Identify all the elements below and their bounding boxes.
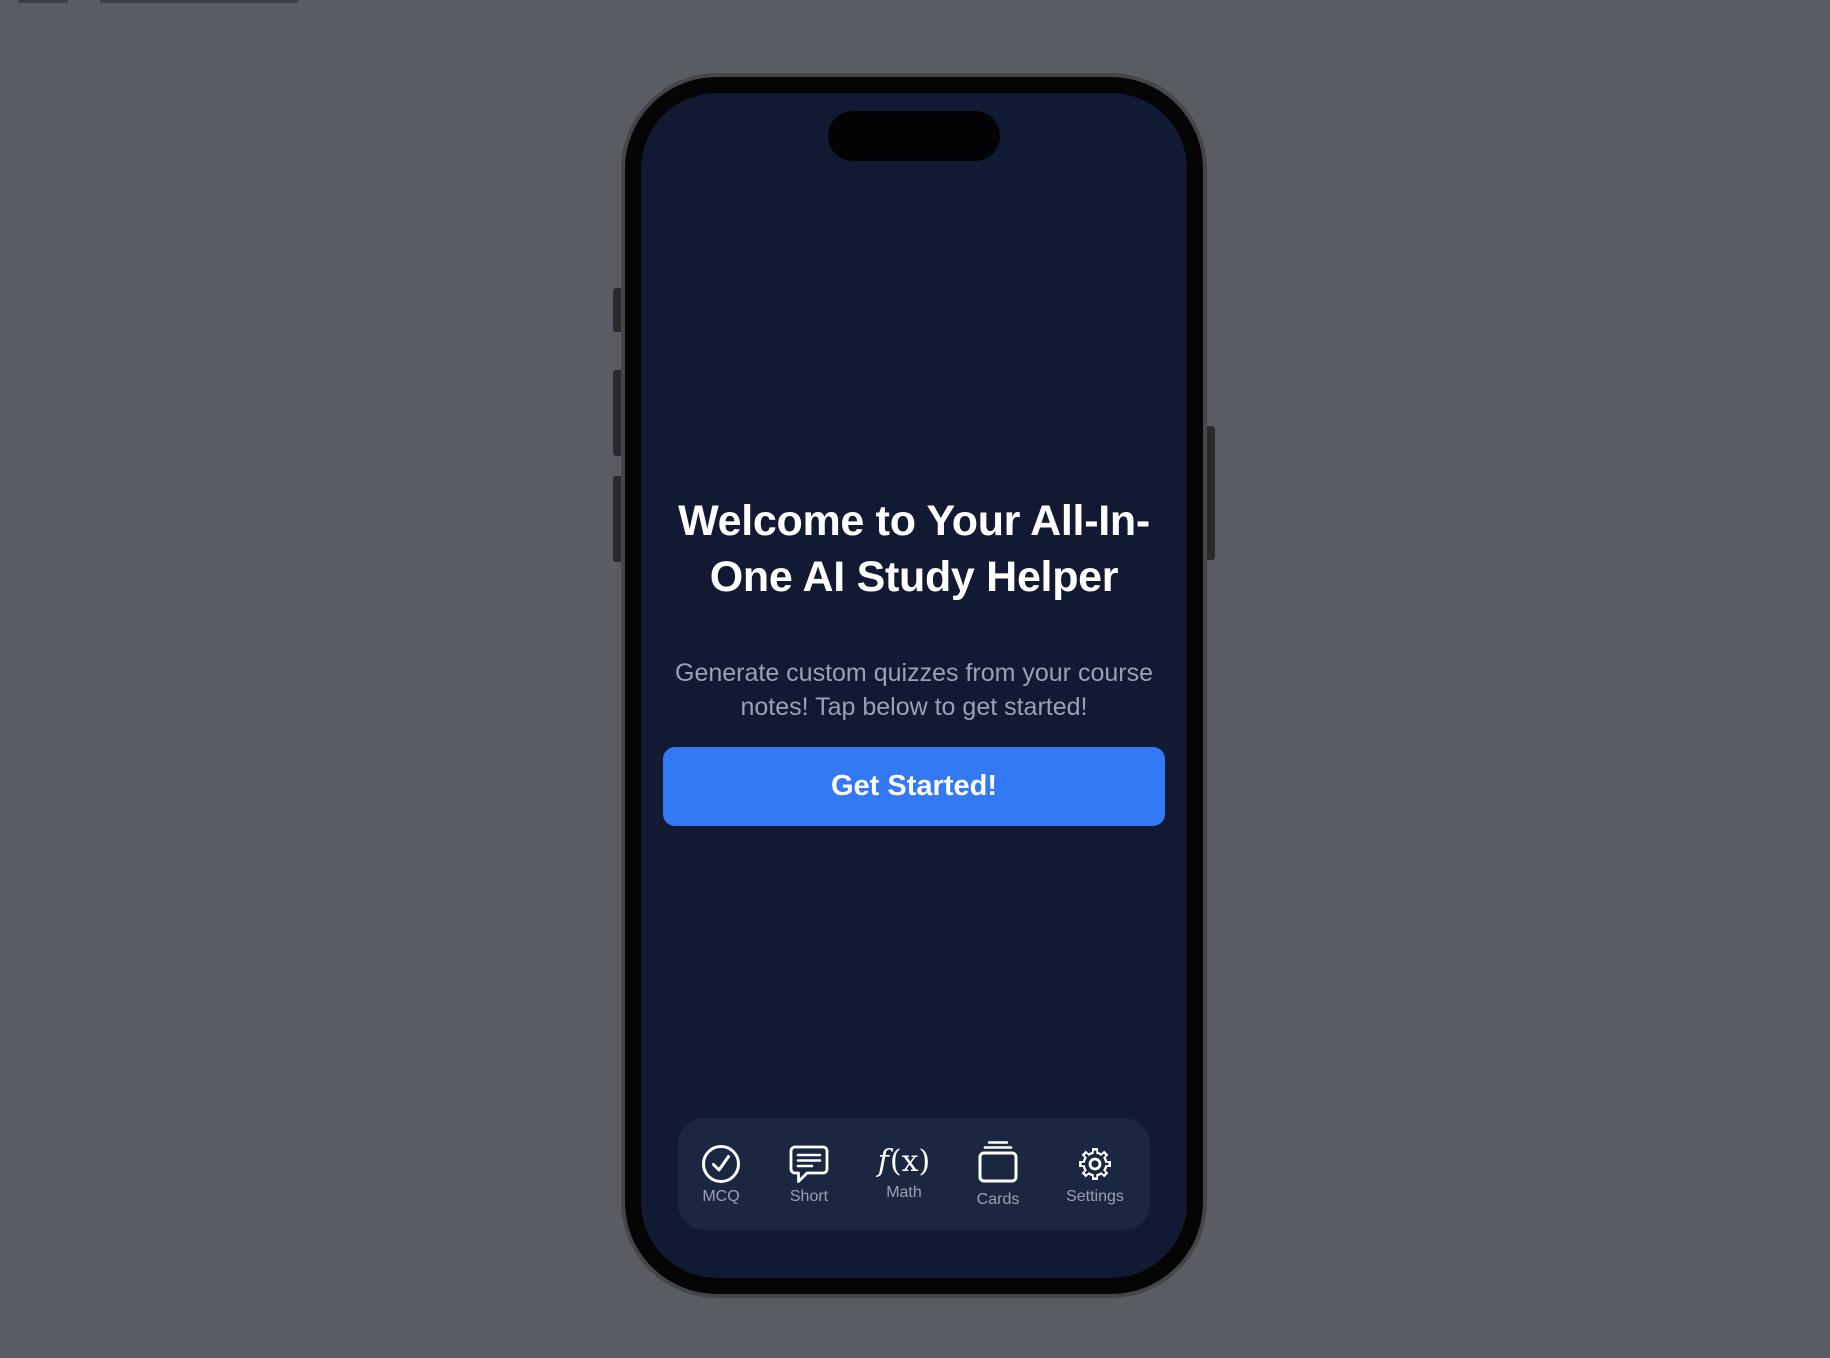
tab-label: Cards xyxy=(976,1191,1020,1208)
tab-math[interactable]: f(x) Math xyxy=(859,1118,949,1230)
tab-cards[interactable]: Cards xyxy=(953,1118,1043,1230)
function-icon: f(x) xyxy=(877,1144,931,1179)
tab-label: Settings xyxy=(1066,1188,1124,1205)
phone-bezel: Welcome to Your All-In-One AI Study Help… xyxy=(625,77,1203,1294)
get-started-button[interactable]: Get Started! xyxy=(663,747,1165,826)
phone-frame: Welcome to Your All-In-One AI Study Help… xyxy=(621,73,1207,1298)
desktop-strip xyxy=(18,0,68,3)
dynamic-island xyxy=(828,111,1000,161)
tab-label: MCQ xyxy=(702,1188,740,1205)
tab-bar: MCQ Short f(x) Math Cards Settings xyxy=(678,1118,1150,1230)
tab-settings[interactable]: Settings xyxy=(1050,1118,1140,1230)
checkmark-circle-icon xyxy=(676,1144,766,1184)
gear-icon xyxy=(1050,1144,1140,1184)
tab-label: Math xyxy=(886,1184,922,1201)
tab-mcq[interactable]: MCQ xyxy=(676,1118,766,1230)
tab-label: Short xyxy=(789,1188,829,1205)
text-bubble-icon xyxy=(764,1144,854,1186)
desktop-strip xyxy=(100,0,298,3)
card-stack-icon xyxy=(953,1140,1043,1184)
welcome-subtitle: Generate custom quizzes from your course… xyxy=(675,659,1153,721)
tab-short[interactable]: Short xyxy=(764,1118,854,1230)
app-screen: Welcome to Your All-In-One AI Study Help… xyxy=(641,93,1187,1278)
welcome-title: Welcome to Your All-In-One AI Study Help… xyxy=(678,497,1150,601)
